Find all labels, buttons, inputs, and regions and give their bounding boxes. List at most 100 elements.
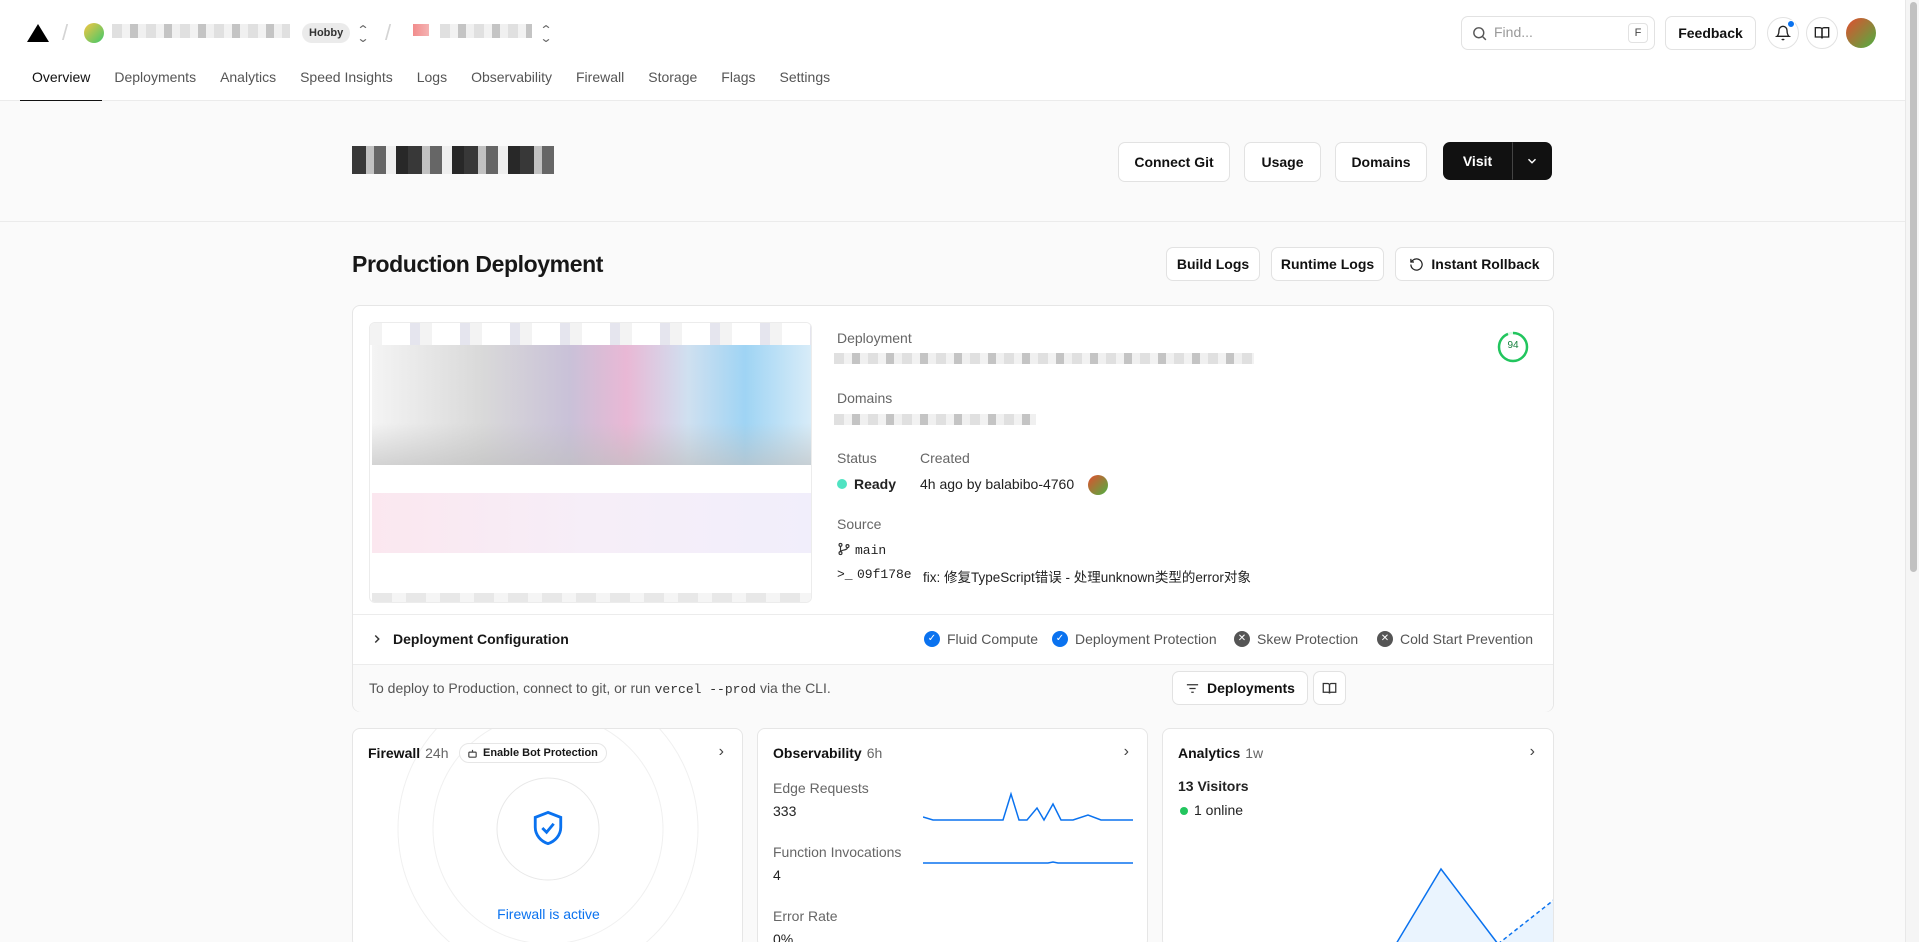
runtime-logs-button[interactable]: Runtime Logs — [1271, 247, 1384, 281]
domains-button[interactable]: Domains — [1335, 142, 1427, 182]
branch-name[interactable]: main — [855, 543, 886, 558]
user-avatar[interactable] — [1846, 18, 1876, 48]
feature-deployment-protection: ✓ Deployment Protection — [1052, 631, 1217, 647]
tab-overview[interactable]: Overview — [20, 68, 103, 102]
metric-value-edge-requests: 333 — [773, 803, 797, 819]
deployments-button-label: Deployments — [1207, 680, 1295, 696]
feedback-button[interactable]: Feedback — [1665, 16, 1756, 50]
docs-button[interactable] — [1806, 17, 1838, 49]
book-icon — [1814, 27, 1830, 39]
function-invocations-sparkline — [923, 861, 1133, 864]
plan-badge: Hobby — [302, 23, 351, 43]
created-label: Created — [920, 450, 970, 466]
creator-avatar[interactable] — [1088, 475, 1108, 495]
x-circle-icon: ✕ — [1377, 631, 1393, 647]
commit-prompt-icon: >_ — [837, 567, 853, 582]
commit-hash[interactable]: 09f178e — [857, 567, 912, 582]
firewall-title: Firewall 24h — [368, 745, 449, 761]
rollback-icon — [1410, 257, 1424, 271]
instant-rollback-button[interactable]: Instant Rollback — [1395, 247, 1554, 281]
check-circle-icon: ✓ — [1052, 631, 1068, 647]
top-bar: / Hobby ⌃ ⌄ / ⌃ ⌄ Overview Deployments Ana… — [0, 0, 1905, 102]
observability-open-icon[interactable]: › — [1124, 743, 1129, 761]
commit-message: fix: 修复TypeScript错误 - 处理unknown类型的error对… — [923, 570, 1251, 585]
team-avatar[interactable] — [84, 23, 104, 43]
online-count: 1 online — [1194, 802, 1244, 818]
cli-hint: To deploy to Production, connect to git,… — [369, 680, 831, 697]
instant-rollback-label: Instant Rollback — [1431, 256, 1540, 272]
metric-label-error-rate: Error Rate — [773, 908, 838, 924]
vercel-logo-icon[interactable] — [27, 24, 49, 42]
analytics-panel[interactable]: Analytics 1w › 13 Visitors 1 online — [1162, 728, 1554, 942]
breadcrumb-separator: / — [62, 20, 69, 45]
online-dot — [1180, 807, 1188, 815]
scrollbar-thumb[interactable] — [1910, 2, 1917, 572]
tab-deployments[interactable]: Deployments — [102, 68, 208, 101]
chevron-down-icon — [1527, 158, 1537, 164]
status-ready-dot — [837, 479, 847, 489]
metric-label-edge-requests: Edge Requests — [773, 780, 869, 796]
tab-analytics[interactable]: Analytics — [208, 68, 288, 101]
feature-fluid-compute: ✓ Fluid Compute — [924, 631, 1038, 647]
x-circle-icon: ✕ — [1234, 631, 1250, 647]
deployment-url-redacted[interactable] — [834, 353, 1254, 364]
notification-dot — [1787, 20, 1795, 28]
deployment-configuration-row[interactable]: Deployment Configuration ✓ Fluid Compute … — [353, 614, 1553, 664]
analytics-open-icon[interactable]: › — [1530, 743, 1535, 761]
find-input[interactable] — [1494, 24, 1614, 40]
bot-icon — [468, 749, 477, 758]
find-shortcut-key: F — [1628, 23, 1648, 43]
deployment-label: Deployment — [837, 330, 912, 346]
tab-logs[interactable]: Logs — [405, 68, 459, 101]
project-switcher-icon[interactable]: ⌃ ⌄ — [539, 24, 552, 44]
feature-skew-protection: ✕ Skew Protection — [1234, 631, 1358, 647]
tab-speed-insights[interactable]: Speed Insights — [288, 68, 405, 101]
cli-hint-row: To deploy to Production, connect to git,… — [353, 664, 1553, 712]
docs-book-button[interactable] — [1313, 671, 1346, 705]
project-name-redacted[interactable] — [440, 24, 532, 38]
metric-value-function-invocations: 4 — [773, 867, 781, 883]
team-switcher-icon[interactable]: ⌃ ⌄ — [356, 24, 369, 44]
page-scrollbar[interactable] — [1905, 0, 1919, 942]
project-header: Connect Git Usage Domains Visit — [0, 101, 1905, 222]
build-logs-button[interactable]: Build Logs — [1166, 247, 1260, 281]
metric-value-error-rate: 0% — [773, 931, 794, 942]
observability-panel[interactable]: Observability 6h › Edge Requests 333 Func… — [757, 728, 1148, 942]
status-value: Ready — [854, 476, 897, 492]
tab-observability[interactable]: Observability — [459, 68, 564, 101]
find-box[interactable]: F — [1461, 16, 1655, 50]
visit-dropdown-button[interactable] — [1512, 142, 1552, 180]
deployment-preview-image[interactable] — [369, 322, 812, 603]
project-title-redacted — [352, 146, 554, 174]
visitors-chart — [1396, 867, 1553, 942]
tab-storage[interactable]: Storage — [636, 68, 709, 101]
visit-button[interactable]: Visit — [1443, 142, 1512, 180]
firewall-open-icon[interactable]: › — [719, 743, 724, 761]
analytics-title: Analytics 1w — [1178, 745, 1264, 761]
search-icon — [1473, 27, 1487, 41]
check-circle-icon: ✓ — [924, 631, 940, 647]
tab-settings[interactable]: Settings — [768, 68, 843, 101]
tab-firewall[interactable]: Firewall — [564, 68, 636, 101]
git-branch-icon — [838, 542, 850, 556]
breadcrumb-separator: / — [385, 20, 392, 45]
project-icon — [413, 24, 429, 36]
source-label: Source — [837, 516, 882, 532]
section-title: Production Deployment — [352, 251, 604, 277]
enable-bot-protection-button[interactable]: Enable Bot Protection — [459, 743, 607, 763]
domains-label: Domains — [837, 390, 893, 406]
observability-title: Observability 6h — [773, 745, 883, 761]
production-deployment-card: Deployment 94 Domains Status Ready Creat… — [352, 305, 1554, 712]
team-name-redacted[interactable] — [112, 24, 290, 38]
tab-flags[interactable]: Flags — [709, 68, 767, 101]
domain-redacted[interactable] — [834, 414, 1036, 425]
deployments-button[interactable]: Deployments — [1172, 671, 1308, 705]
edge-requests-sparkline — [923, 791, 1133, 822]
firewall-panel[interactable]: Firewall 24h Enable Bot Protection › Fire… — [352, 728, 743, 942]
usage-button[interactable]: Usage — [1244, 142, 1321, 182]
feature-cold-start-prevention: ✕ Cold Start Prevention — [1377, 631, 1533, 647]
connect-git-button[interactable]: Connect Git — [1118, 142, 1230, 182]
project-tabs: Overview Deployments Analytics Speed Ins… — [20, 68, 843, 102]
filter-icon — [1186, 683, 1199, 693]
notifications-button[interactable] — [1767, 17, 1799, 49]
